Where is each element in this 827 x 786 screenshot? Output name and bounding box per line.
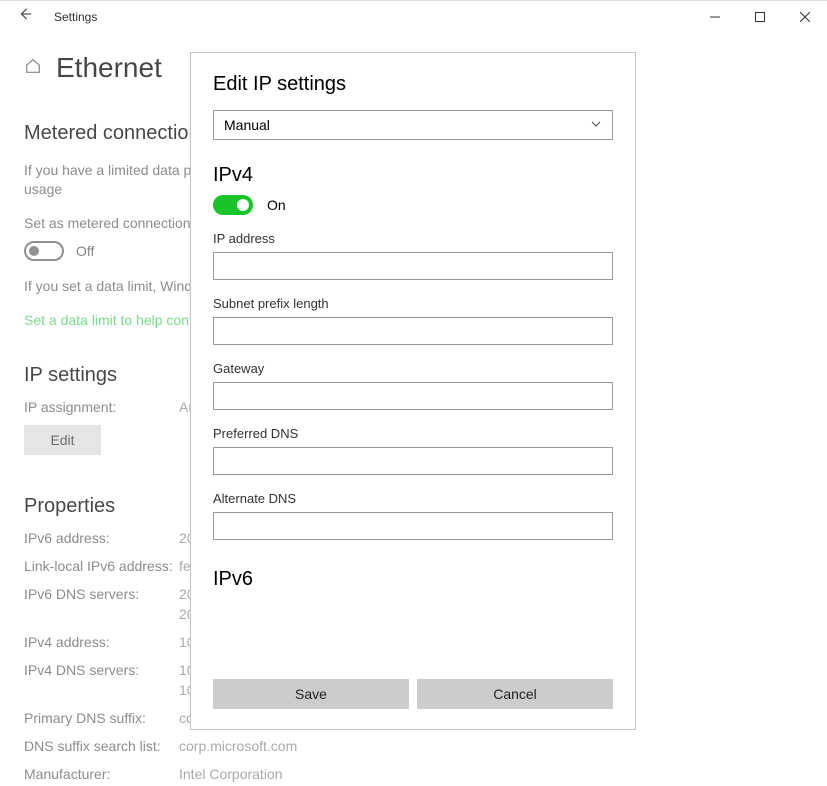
gateway-input[interactable] (213, 382, 613, 410)
page-title: Ethernet (56, 52, 162, 84)
alt-dns-input[interactable] (213, 512, 613, 540)
window-title: Settings (54, 10, 97, 24)
prop-key: Link-local IPv6 address: (24, 558, 179, 574)
metered-toggle[interactable] (24, 241, 64, 261)
prop-key: Primary DNS suffix: (24, 710, 179, 726)
ipv4-heading: IPv4 (213, 164, 613, 187)
gateway-label: Gateway (213, 361, 613, 376)
subnet-input[interactable] (213, 317, 613, 345)
metered-toggle-label: Off (76, 243, 94, 259)
mode-value: Manual (224, 117, 270, 133)
prop-key: DNS suffix search list: (24, 738, 179, 754)
maximize-button[interactable] (737, 1, 782, 33)
ip-address-input[interactable] (213, 252, 613, 280)
chevron-down-icon (590, 117, 602, 133)
edit-ip-dialog: Edit IP settings Manual IPv4 On IP addre… (190, 52, 636, 730)
edit-button[interactable]: Edit (24, 425, 101, 455)
prop-val: corp.microsoft.com (179, 738, 297, 754)
pref-dns-label: Preferred DNS (213, 426, 613, 441)
subnet-label: Subnet prefix length (213, 296, 613, 311)
prop-key: IPv4 DNS servers: (24, 662, 179, 698)
prop-key: IPv6 DNS servers: (24, 586, 179, 622)
cancel-button[interactable]: Cancel (417, 679, 613, 709)
close-button[interactable] (782, 1, 827, 33)
ipv6-heading: IPv6 (213, 568, 613, 591)
ip-assignment-label: IP assignment: (24, 399, 179, 415)
ip-address-label: IP address (213, 231, 613, 246)
ipv4-toggle-label: On (267, 197, 286, 213)
prop-key: IPv4 address: (24, 634, 179, 650)
ipv4-toggle[interactable] (213, 195, 253, 215)
mode-select[interactable]: Manual (213, 110, 613, 140)
minimize-button[interactable] (692, 1, 737, 33)
prop-val: fe (179, 558, 191, 574)
home-icon[interactable] (24, 57, 42, 80)
save-button[interactable]: Save (213, 679, 409, 709)
prop-key: IPv6 address: (24, 530, 179, 546)
prop-key: Manufacturer: (24, 766, 179, 782)
dialog-title: Edit IP settings (213, 73, 613, 96)
back-icon[interactable] (18, 7, 32, 26)
alt-dns-label: Alternate DNS (213, 491, 613, 506)
pref-dns-input[interactable] (213, 447, 613, 475)
prop-val: Intel Corporation (179, 766, 283, 782)
